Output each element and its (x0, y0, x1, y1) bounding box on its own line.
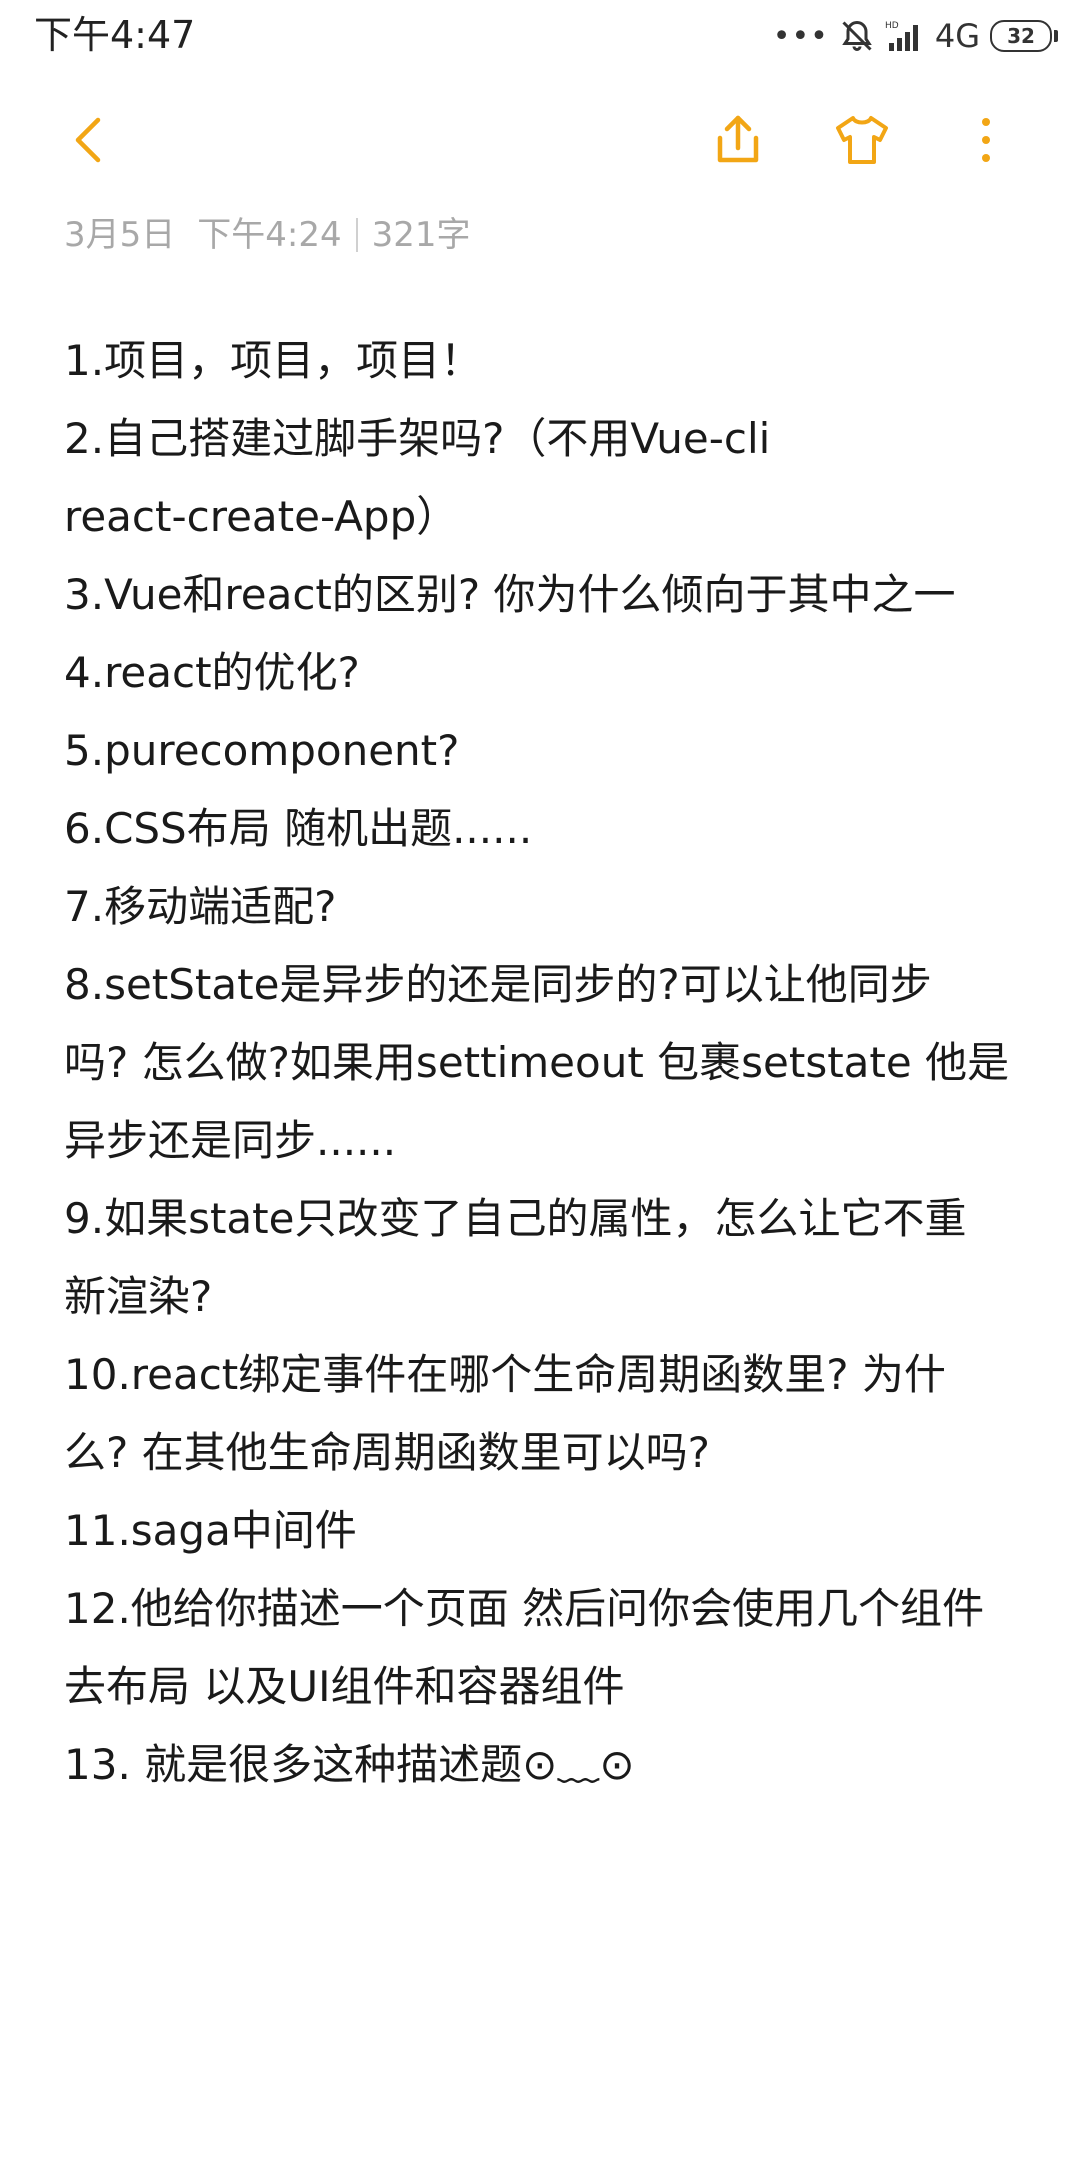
silent-bell-icon (842, 20, 872, 51)
note-time: 下午4:24 (197, 215, 342, 255)
svg-text:HD: HD (885, 21, 899, 31)
theme-shirt-icon[interactable] (832, 110, 892, 170)
note-line: 6.CSS布局 随机出题...... (64, 804, 533, 853)
back-icon[interactable] (60, 110, 120, 170)
note-body[interactable]: 1.项目，项目，项目！ 2.自己搭建过脚手架吗?（不用Vue-cli react… (64, 322, 1034, 1804)
more-notifications-icon: ••• (772, 18, 829, 54)
note-line: 9.如果state只改变了自己的属性，怎么让它不重 (64, 1194, 967, 1243)
note-line: 2.自己搭建过脚手架吗?（不用Vue-cli (64, 414, 771, 463)
meta-divider (355, 218, 358, 252)
note-line: 么? 在其他生命周期函数里可以吗? (64, 1428, 710, 1477)
network-type: 4G (934, 17, 980, 55)
note-line: 7.移动端适配? (64, 882, 337, 931)
word-count: 321字 (371, 215, 471, 255)
note-line: 8.setState是异步的还是同步的?可以让他同步 (64, 960, 932, 1009)
signal-icon: HD (885, 21, 918, 51)
note-line: 1.项目，项目，项目！ (64, 336, 483, 385)
note-line: 4.react的优化? (64, 648, 360, 697)
note-line: 11.saga中间件 (64, 1506, 357, 1555)
note-line: 新渲染? (64, 1272, 213, 1321)
battery-level: 32 (990, 20, 1052, 52)
note-line: 10.react绑定事件在哪个生命周期函数里? 为什 (64, 1350, 946, 1399)
battery-icon: 32 (990, 20, 1058, 52)
note-line: 去布局 以及UI组件和容器组件 (64, 1662, 625, 1711)
note-line: 吗? 怎么做?如果用settimeout 包裹setstate 他是 (64, 1038, 1010, 1087)
note-line: 12.他给你描述一个页面 然后问你会使用几个组件 (64, 1584, 985, 1633)
share-icon[interactable] (708, 110, 768, 170)
note-line: 异步还是同步...... (64, 1116, 397, 1165)
note-line: 13. 就是很多这种描述题⊙﹏⊙ (64, 1740, 635, 1789)
note-toolbar (0, 90, 1080, 190)
status-icons: ••• HD 4G 32 (773, 12, 1058, 60)
status-time: 下午4:47 (34, 13, 196, 57)
note-line: 5.purecomponent? (64, 726, 460, 775)
more-vertical-icon[interactable] (956, 110, 1016, 170)
note-line: 3.Vue和react的区别? 你为什么倾向于其中之一 (64, 570, 956, 619)
note-meta: 3月5日 下午4:24 321字 (64, 210, 471, 260)
note-date: 3月5日 (64, 215, 176, 255)
note-line: react-create-App） (64, 492, 459, 541)
status-bar: 下午4:47 ••• HD 4G 32 (0, 0, 1080, 70)
